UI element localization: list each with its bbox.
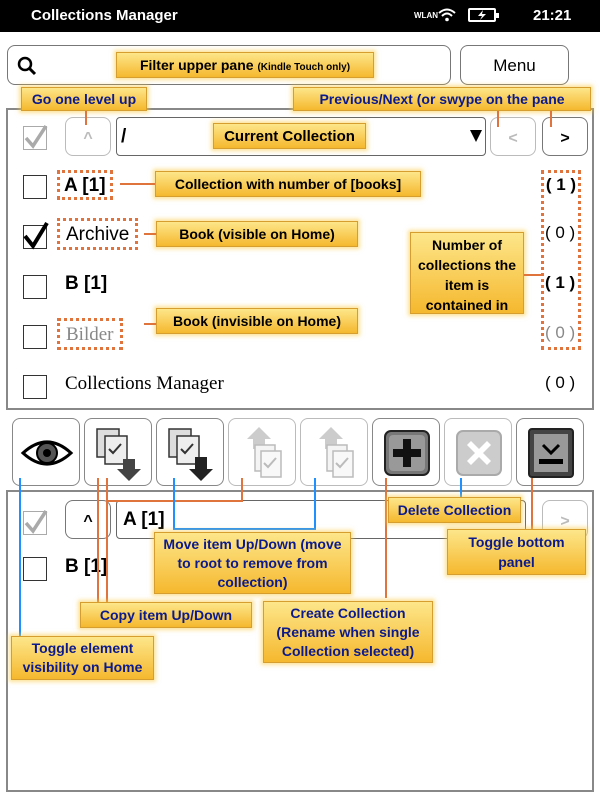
connector-line [144,323,156,325]
item-checkbox[interactable] [23,557,47,581]
app-title: Collections Manager [31,7,178,24]
copy-down-button[interactable] [84,418,152,486]
item-label: A [1] [57,170,113,200]
current-path: / [121,126,127,147]
delete-collection-button[interactable] [444,418,512,486]
move-item-annotation: Move item Up/Down (move to root to remov… [154,532,351,594]
clock: 21:21 [533,7,572,24]
book-invisible-annotation: Book (invisible on Home) [156,308,358,334]
item-count: ( 0 ) [545,223,576,242]
filter-annotation: Filter upper pane (Kindle Touch only) [116,52,374,78]
item-count: ( 0 ) [545,373,576,392]
copy-up-button[interactable] [228,418,296,486]
book-visible-annotation: Book (visible on Home) [156,221,358,247]
item-label: Collections Manager [65,373,224,394]
connector-line [241,478,243,502]
current-path: A [1] [123,509,165,530]
item-label: B [1] [65,273,108,294]
connector-line [85,111,87,125]
status-bar: Collections Manager WLAN 21:21 [0,0,600,32]
menu-button[interactable]: Menu [460,45,569,85]
item-count: ( 1 ) [545,273,576,292]
connector-line [19,478,21,643]
search-icon [17,56,37,76]
num-collections-annotation: Number of collections the item is contai… [410,232,524,314]
toggle-visibility-annotation: Toggle element visibility on Home [11,636,154,680]
plus-icon [384,430,430,476]
item-label: B [1] [65,556,108,577]
connector-line [385,478,387,598]
move-up-icon [319,427,354,478]
level-up-button[interactable]: ^ [65,117,111,156]
connector-line [524,274,541,276]
connector-line [497,111,499,127]
toggle-bottom-annotation: Toggle bottom panel [447,529,586,575]
battery-icon [468,8,499,22]
copy-up-icon [247,427,282,478]
connector-line [460,478,462,498]
copy-item-annotation: Copy item Up/Down [80,602,252,628]
item-checkbox[interactable] [23,275,47,299]
checkmark-icon [24,510,48,534]
connector-line [550,111,552,127]
connector-line [97,478,99,608]
level-up-annotation: Go one level up [21,87,147,111]
item-checkbox[interactable] [23,325,47,349]
connector-line [173,478,175,528]
move-down-icon [168,428,213,481]
create-collection-annotation: Create Collection (Rename when single Co… [263,601,433,663]
item-checkbox[interactable] [23,175,47,199]
checkmark-icon [23,221,49,250]
wifi-icon [438,8,456,22]
prev-next-annotation: Previous/Next (or swype on the pane [293,87,591,111]
connector-line [106,478,108,608]
connector-line [531,478,533,530]
delete-icon [456,430,502,476]
connector-line [173,528,315,530]
move-down-button[interactable] [156,418,224,486]
connector-line [314,478,316,530]
toggle-panel-icon [528,428,574,478]
dropdown-arrow-icon [470,130,482,142]
current-collection-annotation: Current Collection [213,123,366,149]
connector-line [144,233,156,235]
wlan-label: WLAN [414,11,438,20]
collection-books-annotation: Collection with number of [books] [155,171,421,197]
item-label: Archive [57,218,139,250]
item-checkbox[interactable] [23,375,47,399]
delete-collection-annotation: Delete Collection [388,497,521,523]
item-count: ( 0 ) [545,323,576,342]
eye-icon [20,440,74,466]
connector-line [120,183,155,185]
create-collection-button[interactable] [372,418,440,486]
toggle-bottom-panel-button[interactable] [516,418,584,486]
checkmark-icon [24,125,48,149]
toggle-visibility-button[interactable] [12,418,80,486]
copy-down-icon [96,428,141,481]
item-label: Bilder [57,318,123,350]
move-up-button[interactable] [300,418,368,486]
level-up-button[interactable]: ^ [65,500,111,539]
next-button[interactable]: > [542,117,588,156]
